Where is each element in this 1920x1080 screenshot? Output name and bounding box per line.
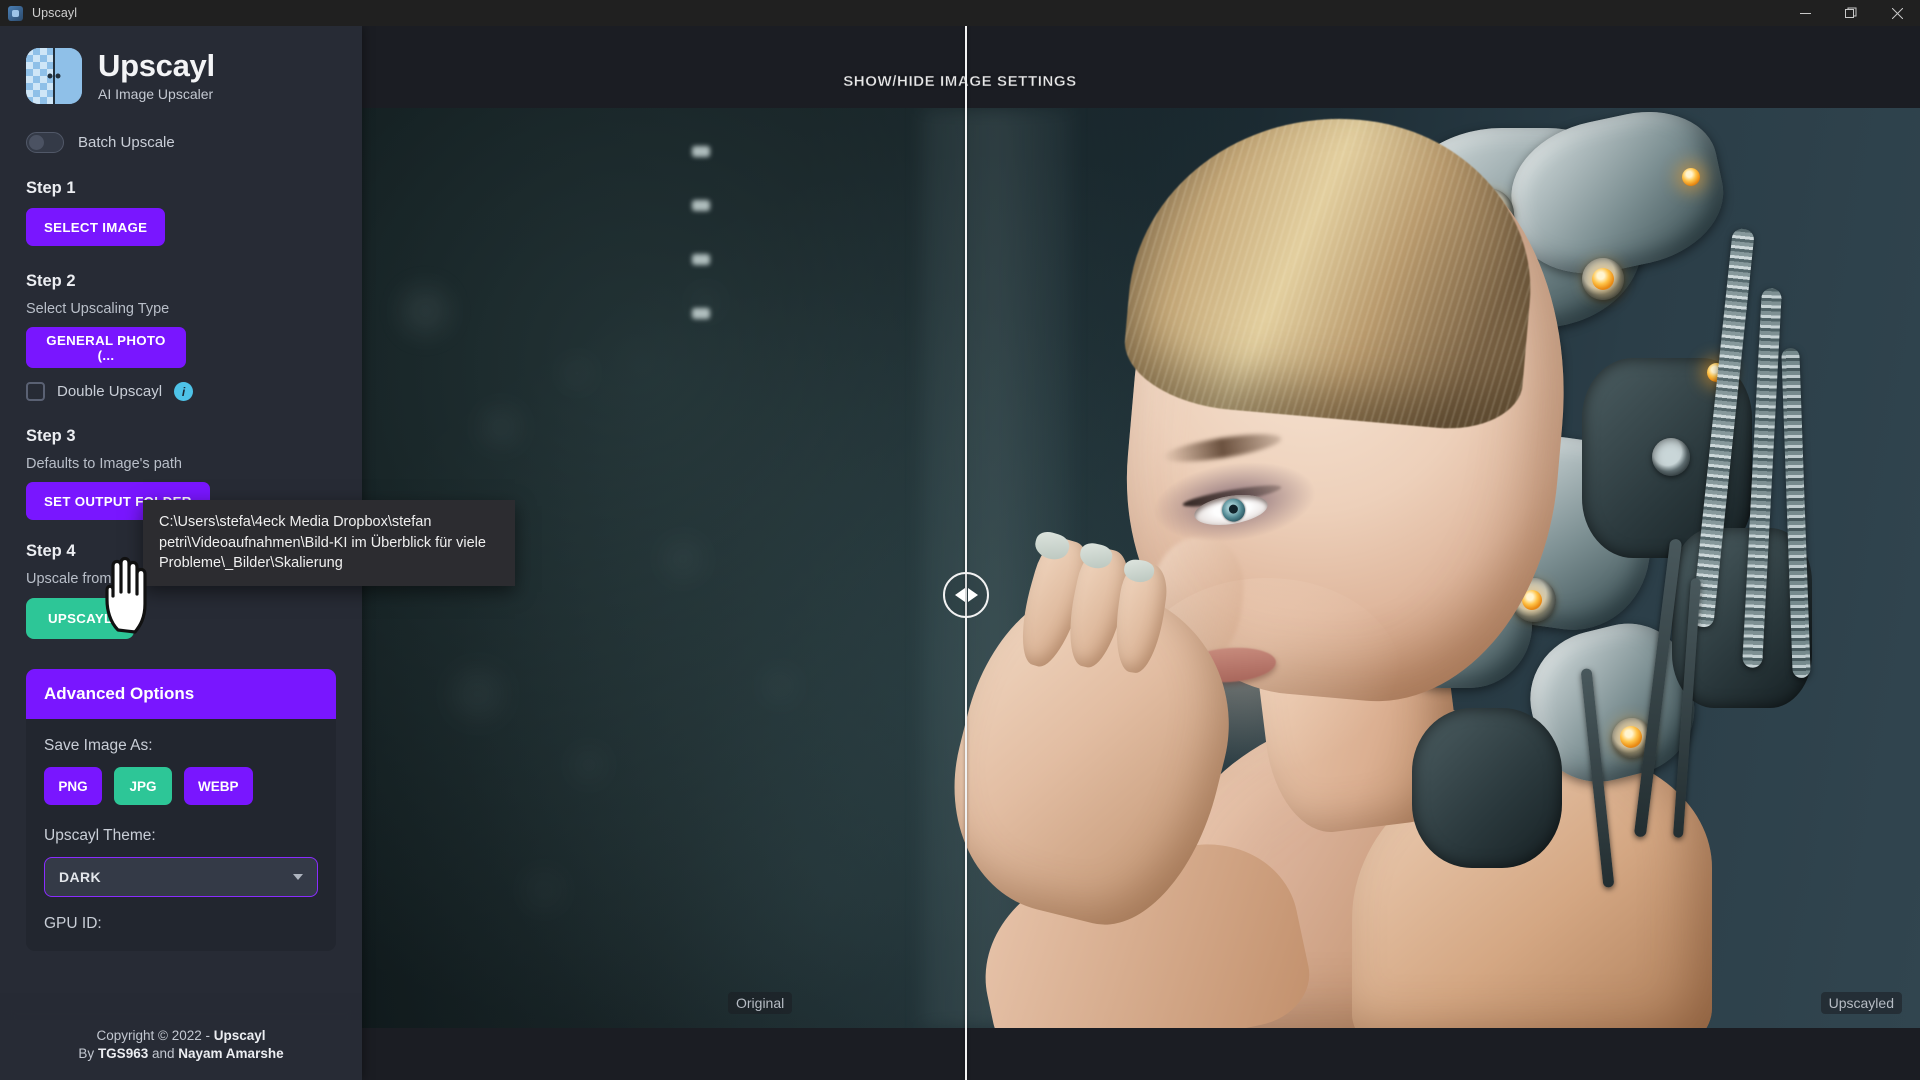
- upscaling-model-select[interactable]: GENERAL PHOTO (...: [26, 327, 186, 368]
- app-branding: Upscayl AI Image Upscaler: [26, 48, 336, 104]
- original-label: Original: [728, 992, 793, 1014]
- double-upscayl-label: Double Upscayl: [57, 383, 163, 400]
- batch-upscale-row[interactable]: Batch Upscale: [26, 132, 336, 153]
- app-icon: [8, 5, 23, 21]
- authors-line: By TGS963 and Nayam Amarshe: [0, 1045, 362, 1063]
- double-upscayl-row[interactable]: Double Upscayl i: [26, 382, 336, 401]
- select-image-button[interactable]: SELECT IMAGE: [26, 208, 166, 246]
- close-button[interactable]: [1874, 0, 1920, 26]
- step2-heading: Step 2: [26, 272, 76, 290]
- compare-divider[interactable]: [965, 26, 967, 1080]
- chevron-down-icon: [293, 874, 303, 880]
- minimize-button[interactable]: [1782, 0, 1828, 26]
- arrow-left-icon: [954, 588, 965, 602]
- copyright-line: Copyright © 2022 - Upscayl: [0, 1027, 362, 1045]
- format-webp-button[interactable]: WEBP: [184, 767, 253, 805]
- upscale-prefix: Upscale from: [26, 571, 112, 587]
- author-two: Nayam Amarshe: [178, 1046, 284, 1062]
- app-tagline: AI Image Upscaler: [98, 85, 214, 102]
- format-button-group: PNG JPG WEBP: [44, 767, 318, 805]
- advanced-options-body: Save Image As: PNG JPG WEBP Upscayl Them…: [26, 719, 336, 951]
- gpu-id-label: GPU ID:: [44, 915, 102, 932]
- cyborg-portrait-image: [832, 108, 1920, 1028]
- image-stage[interactable]: Original Upscayled: [362, 108, 1920, 1028]
- double-upscayl-checkbox[interactable]: [26, 382, 45, 401]
- batch-upscale-toggle[interactable]: [26, 132, 64, 153]
- upscayl-logo-icon: [26, 48, 82, 104]
- step3-subtitle: Defaults to Image's path: [26, 456, 182, 472]
- output-folder-path-tooltip: C:\Users\stefa\4eck Media Dropbox\stefan…: [143, 500, 515, 586]
- arrow-right-icon: [967, 588, 978, 602]
- advanced-options-card: Advanced Options Save Image As: PNG JPG …: [26, 669, 336, 951]
- save-image-as-label: Save Image As:: [44, 737, 153, 754]
- upscayl-button[interactable]: UPSCAYL: [26, 598, 135, 639]
- info-icon[interactable]: i: [174, 382, 194, 401]
- copyright-app: Upscayl: [213, 1028, 266, 1043]
- compare-slider-handle[interactable]: [943, 572, 989, 618]
- advanced-options-header[interactable]: Advanced Options: [26, 669, 336, 719]
- theme-label: Upscayl Theme:: [44, 827, 156, 844]
- theme-select[interactable]: DARK: [44, 857, 318, 897]
- format-png-button[interactable]: PNG: [44, 767, 102, 805]
- window-controls: [1782, 0, 1920, 26]
- iris-shape: [1220, 496, 1247, 524]
- step2-subtitle: Select Upscaling Type: [26, 301, 170, 317]
- window-title: Upscayl: [32, 6, 78, 20]
- maximize-button[interactable]: [1828, 0, 1874, 26]
- by-prefix: By: [78, 1046, 95, 1062]
- step1-heading: Step 1: [26, 179, 76, 197]
- sidebar-footer: Copyright © 2022 - Upscayl By TGS963 and…: [0, 1020, 362, 1080]
- copyright-prefix: Copyright © 2022 -: [96, 1028, 210, 1043]
- app-name: Upscayl: [98, 48, 215, 84]
- by-middle: and: [151, 1046, 175, 1062]
- format-jpg-button[interactable]: JPG: [114, 767, 172, 805]
- theme-select-value: DARK: [59, 869, 102, 885]
- batch-upscale-label: Batch Upscale: [78, 134, 175, 151]
- upscayled-label: Upscayled: [1820, 992, 1902, 1014]
- window-titlebar: Upscayl: [0, 0, 1920, 26]
- author-one: TGS963: [97, 1046, 149, 1062]
- step3-heading: Step 3: [26, 427, 76, 445]
